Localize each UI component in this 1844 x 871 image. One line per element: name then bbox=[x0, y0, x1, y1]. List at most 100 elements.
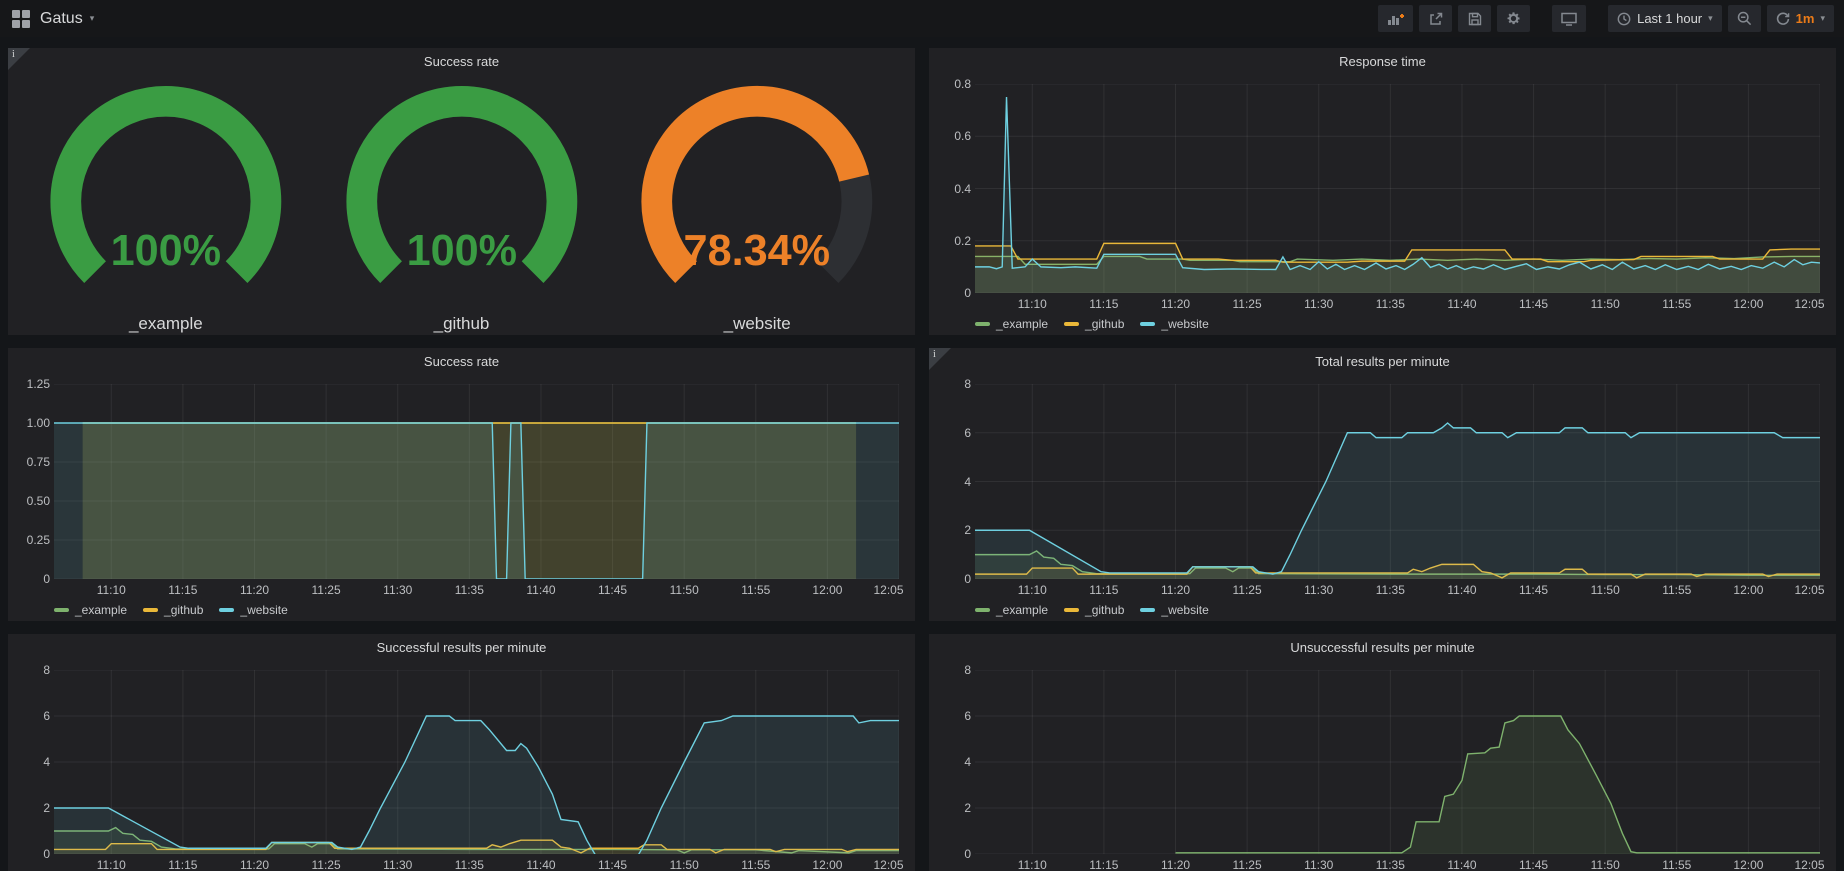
x-axis-tick: 11:35 bbox=[455, 583, 484, 597]
series-line-_website bbox=[975, 97, 1820, 269]
plot-area[interactable] bbox=[54, 384, 899, 579]
info-icon: i bbox=[12, 49, 15, 60]
panel-response-time: Response time 00.20.40.60.811:1011:1511:… bbox=[929, 48, 1836, 335]
x-axis-tick: 11:15 bbox=[1089, 858, 1118, 871]
x-axis-tick: 11:20 bbox=[240, 583, 269, 597]
legend: _example _github _website bbox=[975, 315, 1209, 333]
share-button[interactable] bbox=[1419, 5, 1452, 32]
zoom-out-icon bbox=[1737, 11, 1752, 26]
panel-info-corner[interactable]: i bbox=[929, 348, 951, 370]
y-axis-tick: 0.2 bbox=[954, 234, 971, 248]
legend-label: _example bbox=[996, 317, 1048, 331]
y-axis-tick: 8 bbox=[964, 377, 971, 391]
legend-item-_example[interactable]: _example bbox=[975, 603, 1048, 617]
x-axis-tick: 11:50 bbox=[1591, 297, 1620, 311]
grid-square bbox=[22, 20, 30, 28]
plot-area[interactable] bbox=[54, 670, 899, 854]
x-axis-tick: 11:20 bbox=[240, 858, 269, 871]
dashboards-grid-icon[interactable] bbox=[12, 10, 30, 28]
tv-mode-button[interactable] bbox=[1552, 5, 1586, 32]
x-axis-tick: 11:50 bbox=[1591, 583, 1620, 597]
panel-title[interactable]: Response time bbox=[929, 48, 1836, 74]
panel-success-rate-graph: Success rate 00.250.500.751.001.2511:101… bbox=[8, 348, 915, 621]
x-axis-tick: 11:10 bbox=[97, 583, 126, 597]
chart: 0246811:1011:1511:2011:2511:3011:3511:40… bbox=[18, 664, 905, 871]
y-axis-tick: 1.25 bbox=[27, 377, 50, 391]
panel-title[interactable]: Total results per minute bbox=[929, 348, 1836, 374]
x-axis-tick: 11:20 bbox=[1161, 858, 1190, 871]
legend-label: _example bbox=[996, 603, 1048, 617]
x-axis-tick: 12:05 bbox=[873, 583, 903, 597]
x-axis-tick: 12:05 bbox=[1794, 297, 1824, 311]
panel-unsuccessful-results: Unsuccessful results per minute 0246811:… bbox=[929, 634, 1836, 871]
dashboard-grid: i Success rate 100% _example 100% _githu… bbox=[0, 37, 1844, 871]
legend-item-_github[interactable]: _github bbox=[143, 603, 203, 617]
plot-canvas[interactable] bbox=[975, 384, 1820, 579]
legend-item-_website[interactable]: _website bbox=[1140, 317, 1208, 331]
legend-item-_example[interactable]: _example bbox=[975, 317, 1048, 331]
x-axis-tick: 11:15 bbox=[1089, 583, 1118, 597]
y-axis-tick: 2 bbox=[43, 801, 50, 815]
x-axis-tick: 11:55 bbox=[741, 858, 770, 871]
grid-square bbox=[12, 20, 20, 28]
plot-area[interactable] bbox=[975, 384, 1820, 579]
y-axis-tick: 8 bbox=[964, 663, 971, 677]
y-axis-tick: 6 bbox=[964, 709, 971, 723]
x-axis-tick: 12:00 bbox=[1733, 858, 1763, 871]
refresh-button[interactable]: 1m ▾ bbox=[1767, 5, 1834, 32]
plot-area[interactable] bbox=[975, 670, 1820, 854]
gauge-arc: 100% bbox=[314, 74, 610, 313]
gauge-_github: 100% _github bbox=[314, 74, 610, 339]
zoom-out-button[interactable] bbox=[1728, 5, 1761, 32]
plot-canvas[interactable] bbox=[54, 670, 899, 854]
x-axis-tick: 11:10 bbox=[1018, 297, 1047, 311]
panel-title[interactable]: Success rate bbox=[8, 348, 915, 374]
x-axis-tick: 11:30 bbox=[1304, 583, 1333, 597]
x-axis-tick: 11:45 bbox=[1519, 297, 1548, 311]
save-icon bbox=[1468, 12, 1482, 26]
x-axis-tick: 11:50 bbox=[1591, 858, 1620, 871]
legend-item-_website[interactable]: _website bbox=[1140, 603, 1208, 617]
x-axis-tick: 11:15 bbox=[1089, 297, 1118, 311]
x-axis-tick: 11:10 bbox=[1018, 583, 1047, 597]
legend-label: _example bbox=[75, 603, 127, 617]
plot-canvas[interactable] bbox=[975, 84, 1820, 293]
legend-item-_example[interactable]: _example bbox=[54, 603, 127, 617]
x-axis-tick: 11:30 bbox=[1304, 297, 1333, 311]
y-axis-tick: 0 bbox=[964, 572, 971, 586]
x-axis-tick: 11:35 bbox=[1376, 858, 1405, 871]
legend-item-_website[interactable]: _website bbox=[219, 603, 287, 617]
x-axis-tick: 12:00 bbox=[1733, 583, 1763, 597]
y-axis-tick: 0 bbox=[43, 572, 50, 586]
plot-canvas[interactable] bbox=[54, 384, 899, 579]
legend-label: _github bbox=[1085, 603, 1124, 617]
x-axis-tick: 11:20 bbox=[1161, 583, 1190, 597]
plot-area[interactable] bbox=[975, 84, 1820, 293]
save-button[interactable] bbox=[1458, 5, 1491, 32]
add-panel-button[interactable] bbox=[1378, 5, 1413, 32]
y-axis-tick: 6 bbox=[43, 709, 50, 723]
legend-item-_github[interactable]: _github bbox=[1064, 317, 1124, 331]
y-axis-tick: 0.50 bbox=[27, 494, 50, 508]
panel-info-corner[interactable]: i bbox=[8, 48, 30, 70]
panel-title[interactable]: Unsuccessful results per minute bbox=[929, 634, 1836, 660]
x-axis-tick: 12:00 bbox=[1733, 297, 1763, 311]
gauge-label: _example bbox=[129, 313, 203, 339]
panel-title[interactable]: Successful results per minute bbox=[8, 634, 915, 660]
legend-swatch bbox=[143, 608, 158, 612]
x-axis-tick: 11:15 bbox=[168, 583, 197, 597]
time-range-picker[interactable]: Last 1 hour ▾ bbox=[1608, 5, 1722, 32]
plot-canvas[interactable] bbox=[975, 670, 1820, 854]
chart: 0246811:1011:1511:2011:2511:3011:3511:40… bbox=[939, 664, 1826, 871]
y-axis-tick: 4 bbox=[964, 755, 971, 769]
panel-title[interactable]: Success rate bbox=[8, 48, 915, 74]
grid-square bbox=[22, 10, 30, 18]
x-axis-tick: 11:40 bbox=[1447, 297, 1476, 311]
dashboard-title-dropdown[interactable]: Gatus ▾ bbox=[40, 10, 94, 28]
gauge-_example: 100% _example bbox=[18, 74, 314, 339]
y-axis-tick: 8 bbox=[43, 663, 50, 677]
x-axis-tick: 11:20 bbox=[1161, 297, 1190, 311]
legend-item-_github[interactable]: _github bbox=[1064, 603, 1124, 617]
legend-label: _github bbox=[164, 603, 203, 617]
settings-button[interactable] bbox=[1497, 5, 1530, 32]
